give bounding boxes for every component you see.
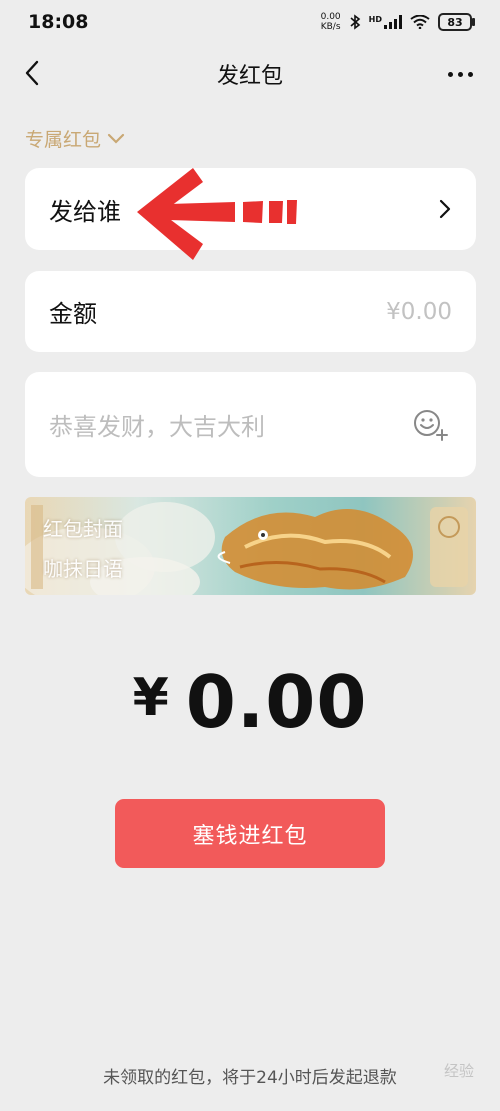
status-time: 18:08 <box>28 11 89 33</box>
bluetooth-icon <box>350 14 360 30</box>
battery-level: 83 <box>447 15 463 29</box>
more-dots-icon[interactable] <box>448 62 478 86</box>
send-red-packet-button[interactable]: 塞钱进红包 <box>115 799 385 868</box>
packet-type-label: 专属红包 <box>25 129 102 151</box>
chevron-down-icon <box>107 133 125 144</box>
amount-label: 金额 <box>49 300 97 328</box>
cover-banner[interactable]: 红包封面 咖抹日语 <box>25 497 476 595</box>
cover-label: 红包封面 <box>43 517 123 541</box>
page-title: 发红包 <box>216 64 283 89</box>
total-value: 0.00 <box>185 660 368 744</box>
recipient-label: 发给谁 <box>49 197 121 226</box>
greeting-input[interactable]: 恭喜发财，大吉大利 <box>49 407 265 442</box>
total-currency: ¥ <box>132 668 170 728</box>
packet-type-selector[interactable]: 专属红包 <box>25 125 125 152</box>
battery-icon: 83 <box>438 13 475 31</box>
net-speed-unit: KB/s <box>320 22 341 32</box>
more-dot <box>468 71 473 77</box>
cover-name: 咖抹日语 <box>43 557 123 581</box>
nav-bar: 发红包 <box>0 44 500 104</box>
status-icons: 0.00 KB/s HD 83 <box>321 12 475 32</box>
annotation-arrow-icon <box>137 168 297 260</box>
network-label: HD <box>368 15 382 24</box>
net-speed: 0.00 KB/s <box>321 12 341 32</box>
signal-group: HD <box>369 15 402 29</box>
net-speed-value: 0.00 <box>320 12 341 22</box>
chevron-left-icon[interactable] <box>18 58 48 88</box>
more-dot <box>448 71 453 77</box>
amount-input[interactable]: ¥0.00 <box>386 299 452 325</box>
wifi-icon <box>410 15 430 29</box>
total-amount: ¥0.00 <box>0 660 500 744</box>
greeting-row[interactable]: 恭喜发财，大吉大利 <box>25 372 476 477</box>
emoji-add-icon[interactable] <box>412 408 452 442</box>
amount-row[interactable]: 金额 ¥0.00 <box>25 271 476 352</box>
status-bar: 18:08 0.00 KB/s HD 83 <box>0 0 500 44</box>
more-dot <box>458 71 463 77</box>
refund-note: 未领取的红包，将于24小时后发起退款 <box>103 1068 397 1088</box>
watermark-logo: 经验 <box>443 1062 474 1080</box>
signal-icon <box>384 15 402 29</box>
chevron-right-icon <box>439 199 451 219</box>
